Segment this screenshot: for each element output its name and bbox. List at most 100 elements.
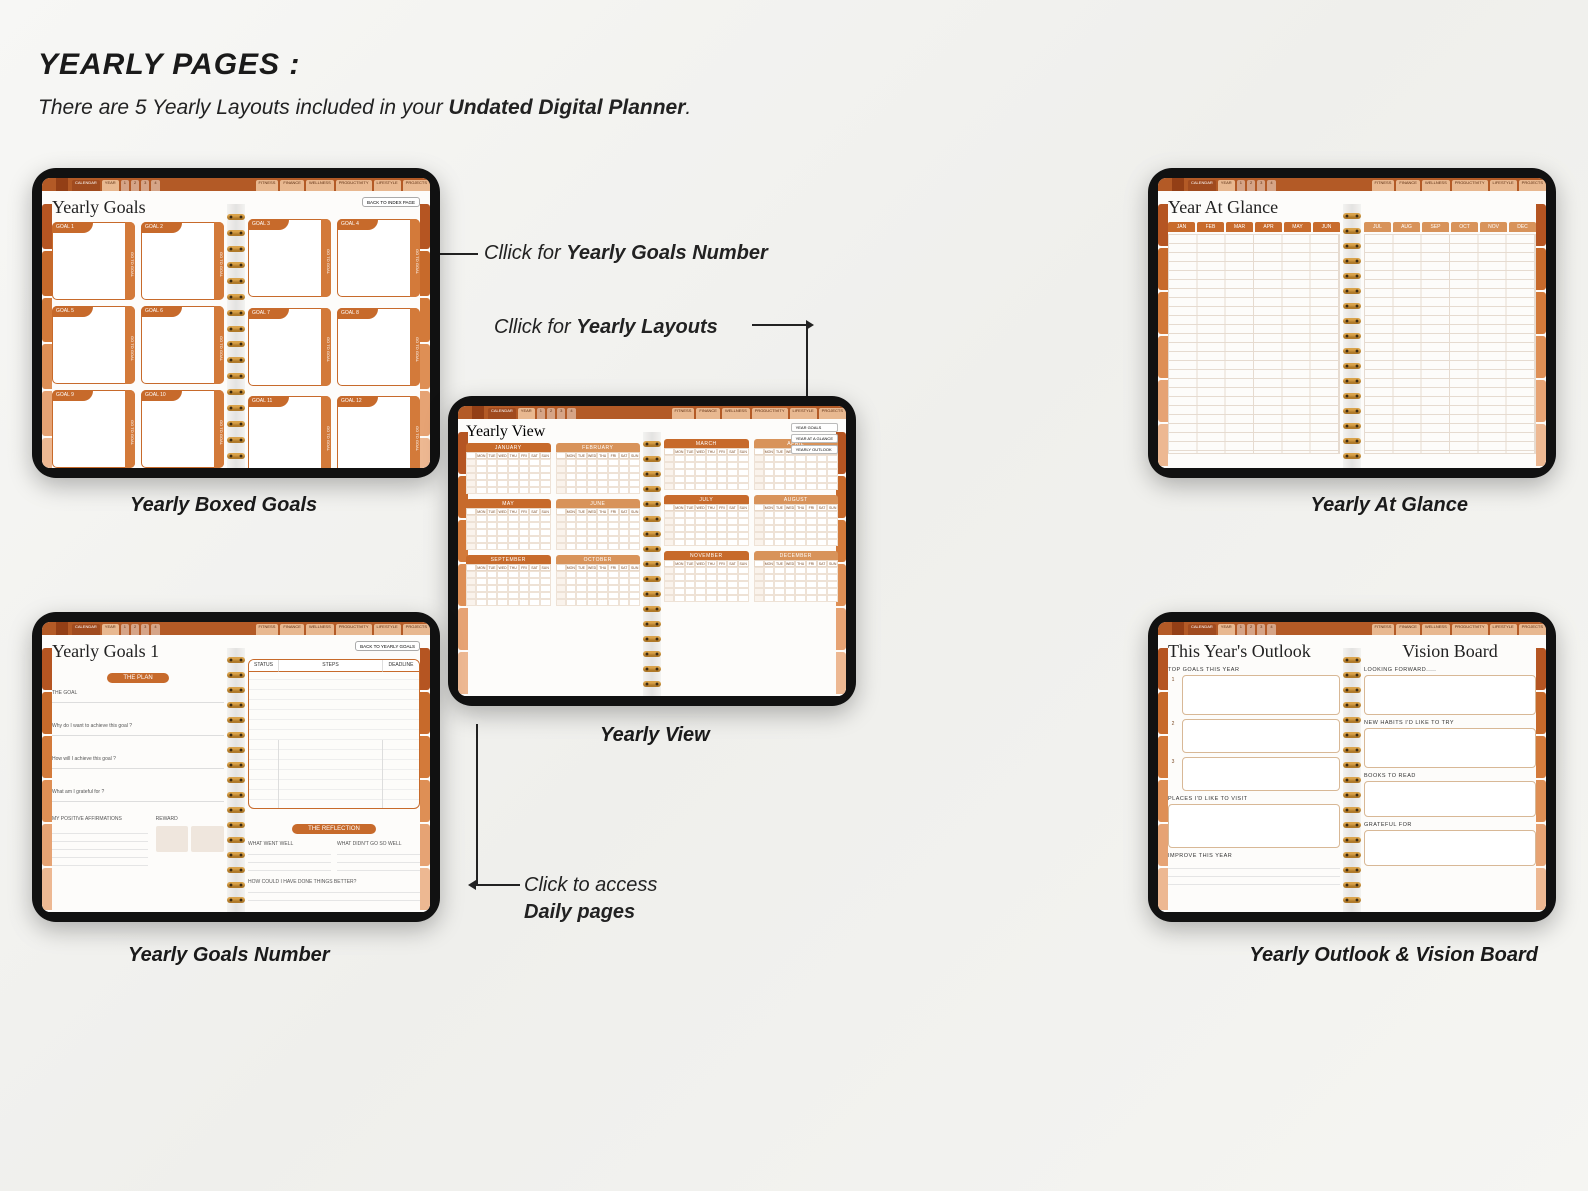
tab-finance[interactable]: FINANCE <box>1396 180 1420 191</box>
books-box[interactable] <box>1364 781 1536 817</box>
tab-wellness[interactable]: WELLNESS <box>722 408 750 419</box>
tab-wellness[interactable]: WELLNESS <box>306 624 334 635</box>
glance-month-header[interactable]: JAN <box>1168 222 1195 232</box>
go-to-goal-tab[interactable]: GO TO GOAL <box>321 396 331 468</box>
goal-box[interactable]: GOAL 12GO TO GOAL <box>337 396 420 468</box>
goal-box[interactable]: GOAL 5GO TO GOAL <box>52 306 135 384</box>
tab-calendar[interactable]: CALENDAR <box>72 180 100 191</box>
mini-month[interactable]: MAYMONTUEWEDTHUFRISATSUN <box>466 499 551 550</box>
top-tabs[interactable]: CALENDAR YEAR 1 2 3 4 FITNESS FINANCE WE… <box>1158 622 1546 635</box>
tab-calendar[interactable]: CALENDAR <box>1188 180 1216 191</box>
glance-month-header[interactable]: OCT <box>1451 222 1478 232</box>
month-header[interactable]: JUNE <box>556 499 641 508</box>
month-header[interactable]: DECEMBER <box>754 551 839 560</box>
glance-month-header[interactable]: JUN <box>1313 222 1340 232</box>
home-icon[interactable] <box>56 178 68 191</box>
go-to-goal-tab[interactable]: GO TO GOAL <box>125 306 135 384</box>
goal-box[interactable]: GOAL 3GO TO GOAL <box>248 219 331 297</box>
goal-box[interactable]: GOAL 8GO TO GOAL <box>337 308 420 386</box>
tab-finance[interactable]: FINANCE <box>280 180 304 191</box>
top-tabs[interactable]: CALENDAR YEAR 1 2 3 4 FITNESS FINANCE WE… <box>42 622 430 635</box>
tab-year[interactable]: YEAR <box>1218 180 1235 191</box>
tab-q4[interactable]: 4 <box>151 624 159 635</box>
tab-fitness[interactable]: FITNESS <box>672 408 695 419</box>
tab-wellness[interactable]: WELLNESS <box>1422 180 1450 191</box>
tab-year[interactable]: YEAR <box>102 624 119 635</box>
glance-month-header[interactable]: DEC <box>1509 222 1536 232</box>
month-header[interactable]: JANUARY <box>466 443 551 452</box>
go-to-goal-tab[interactable]: GO TO GOAL <box>410 219 420 297</box>
tab-q3[interactable]: 3 <box>1257 180 1265 191</box>
glance-month-header[interactable]: FEB <box>1197 222 1224 232</box>
tab-q1[interactable]: 1 <box>1237 624 1245 635</box>
steps-table[interactable]: STATUS STEPS DEADLINE <box>248 659 420 809</box>
mini-month[interactable]: OCTOBERMONTUEWEDTHUFRISATSUN <box>556 555 641 606</box>
tab-q2[interactable]: 2 <box>1247 624 1255 635</box>
goal-box-2[interactable] <box>1182 719 1340 753</box>
tab-lifestyle[interactable]: LIFESTYLE <box>790 408 817 419</box>
go-to-goal-tab[interactable]: GO TO GOAL <box>125 390 135 468</box>
tab-fitness[interactable]: FITNESS <box>256 180 279 191</box>
looking-box[interactable] <box>1364 675 1536 715</box>
mini-month[interactable]: JANUARYMONTUEWEDTHUFRISATSUN <box>466 443 551 494</box>
goal-box[interactable]: GOAL 2GO TO GOAL <box>141 222 224 300</box>
mini-month[interactable]: MARCHMONTUEWEDTHUFRISATSUN <box>664 439 749 490</box>
month-header[interactable]: OCTOBER <box>556 555 641 564</box>
tab-q1[interactable]: 1 <box>121 624 129 635</box>
go-to-goal-tab[interactable]: GO TO GOAL <box>214 306 224 384</box>
tab-projects[interactable]: PROJECTS <box>1519 180 1546 191</box>
goal-box[interactable]: GOAL 9GO TO GOAL <box>52 390 135 468</box>
grateful-box[interactable] <box>1364 830 1536 866</box>
tab-calendar[interactable]: CALENDAR <box>72 624 100 635</box>
glance-lines[interactable] <box>1364 234 1536 454</box>
tab-fitness[interactable]: FITNESS <box>1372 180 1395 191</box>
top-tabs[interactable]: CALENDAR YEAR 1 2 3 4 FITNESS FINANCE WE… <box>458 406 846 419</box>
back-to-goals-button[interactable]: BACK TO YEARLY GOALS <box>355 641 420 651</box>
month-header[interactable]: MAY <box>466 499 551 508</box>
goal-box[interactable]: GOAL 11GO TO GOAL <box>248 396 331 468</box>
tab-q2[interactable]: 2 <box>547 408 555 419</box>
tab-lifestyle[interactable]: LIFESTYLE <box>1490 180 1517 191</box>
glance-month-header[interactable]: MAY <box>1284 222 1311 232</box>
tab-q3[interactable]: 3 <box>557 408 565 419</box>
go-to-goal-tab[interactable]: GO TO GOAL <box>321 219 331 297</box>
mini-month[interactable]: SEPTEMBERMONTUEWEDTHUFRISATSUN <box>466 555 551 606</box>
goal-box[interactable]: GOAL 1GO TO GOAL <box>52 222 135 300</box>
tab-q3[interactable]: 3 <box>141 624 149 635</box>
tab-q4[interactable]: 4 <box>1267 624 1275 635</box>
nav-year-goals[interactable]: YEAR GOALS <box>791 423 838 432</box>
tab-q4[interactable]: 4 <box>1267 180 1275 191</box>
tab-q2[interactable]: 2 <box>131 624 139 635</box>
go-to-goal-tab[interactable]: GO TO GOAL <box>214 390 224 468</box>
tab-lifestyle[interactable]: LIFESTYLE <box>374 180 401 191</box>
nav-year-outlook[interactable]: YEARLY OUTLOOK <box>791 445 838 454</box>
month-header[interactable]: FEBRUARY <box>556 443 641 452</box>
glance-month-header[interactable]: APR <box>1255 222 1282 232</box>
tab-q2[interactable]: 2 <box>1247 180 1255 191</box>
tab-q3[interactable]: 3 <box>141 180 149 191</box>
tab-projects[interactable]: PROJECTS <box>403 624 430 635</box>
mini-month[interactable]: FEBRUARYMONTUEWEDTHUFRISATSUN <box>556 443 641 494</box>
improve-lines[interactable] <box>1168 861 1340 887</box>
glance-lines[interactable] <box>1168 234 1340 454</box>
tab-finance[interactable]: FINANCE <box>1396 624 1420 635</box>
tab-year[interactable]: YEAR <box>1218 624 1235 635</box>
tab-finance[interactable]: FINANCE <box>696 408 720 419</box>
habits-box[interactable] <box>1364 728 1536 768</box>
goal-box[interactable]: GOAL 4GO TO GOAL <box>337 219 420 297</box>
tab-calendar[interactable]: CALENDAR <box>488 408 516 419</box>
go-to-goal-tab[interactable]: GO TO GOAL <box>410 308 420 386</box>
tab-productivity[interactable]: PRODUCTIVITY <box>1452 180 1488 191</box>
goal-box-1[interactable] <box>1182 675 1340 715</box>
go-to-goal-tab[interactable]: GO TO GOAL <box>321 308 331 386</box>
mini-month[interactable]: DECEMBERMONTUEWEDTHUFRISATSUN <box>754 551 839 602</box>
tab-projects[interactable]: PROJECTS <box>819 408 846 419</box>
mini-month[interactable]: NOVEMBERMONTUEWEDTHUFRISATSUN <box>664 551 749 602</box>
places-box[interactable] <box>1168 804 1340 848</box>
tab-lifestyle[interactable]: LIFESTYLE <box>1490 624 1517 635</box>
glance-month-header[interactable]: SEP <box>1422 222 1449 232</box>
glance-month-header[interactable]: NOV <box>1480 222 1507 232</box>
tab-q1[interactable]: 1 <box>1237 180 1245 191</box>
tab-wellness[interactable]: WELLNESS <box>306 180 334 191</box>
tab-wellness[interactable]: WELLNESS <box>1422 624 1450 635</box>
